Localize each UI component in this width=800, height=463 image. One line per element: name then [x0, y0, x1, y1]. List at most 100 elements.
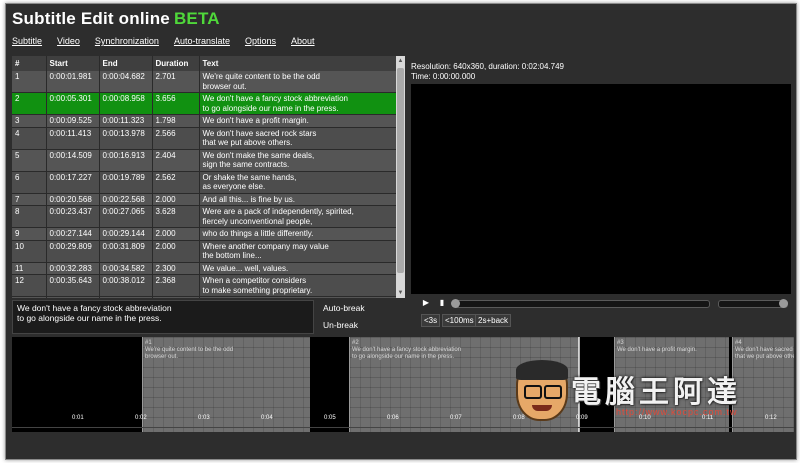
menu-subtitle[interactable]: Subtitle	[12, 36, 42, 46]
auto-break-button[interactable]: Auto-break	[320, 302, 368, 314]
cell-start: 0:00:27.144	[46, 227, 100, 241]
table-row[interactable]: 2 0:00:05.301 0:00:08.958 3.656 We don't hav…	[12, 92, 397, 115]
waveform-tick-label: 0:07	[450, 415, 462, 421]
skip-2s-back-button[interactable]: 2s+back	[475, 314, 512, 327]
table-row[interactable]: 8 0:00:23.437 0:00:27.065 3.628 Were are a p…	[12, 205, 397, 228]
menu-auto-translate[interactable]: Auto-translate	[174, 36, 230, 46]
menu-synchronization[interactable]: Synchronization	[95, 36, 159, 46]
cell-start: 0:00:05.301	[46, 92, 100, 115]
cell-end: 0:00:31.809	[99, 240, 153, 263]
watermark-text: 電腦王阿達	[571, 375, 741, 410]
cell-start: 0:00:38.642	[46, 296, 100, 298]
cell-start: 0:00:11.413	[46, 127, 100, 150]
cell-text: We strive to set it free.	[199, 296, 397, 298]
seek-bar[interactable]	[451, 299, 710, 308]
subtitle-text-editor[interactable]: We don't have a fancy stock abbreviation…	[12, 300, 314, 334]
editor-line-1: We don't have a fancy stock abbreviation	[17, 303, 172, 313]
skip-back-100ms-button[interactable]: <100ms	[442, 314, 477, 327]
seek-handle[interactable]	[451, 299, 460, 308]
waveform-tick-label: 0:03	[198, 415, 210, 421]
cell-end: 0:00:08.958	[99, 92, 153, 115]
waveform-tick-label: 0:01	[72, 415, 84, 421]
table-row[interactable]: 7 0:00:20.568 0:00:22.568 2.000 And all this…	[12, 193, 397, 206]
cell-end: 0:00:13.978	[99, 127, 153, 150]
cell-text: Were are a pack of independently, spirit…	[199, 205, 397, 228]
cell-duration: 2.000	[152, 227, 200, 241]
cell-end: 0:00:34.582	[99, 262, 153, 275]
col-duration[interactable]: Duration	[152, 56, 200, 71]
subtitle-grid: # Start End Duration Text 1 0:00:01.981 0:…	[12, 56, 405, 298]
cell-duration: 2.404	[152, 149, 200, 172]
table-row[interactable]: 5 0:00:14.509 0:00:16.913 2.404 We don't mak…	[12, 149, 397, 172]
main-menu: Subtitle Video Synchronization Auto-tran…	[12, 36, 330, 46]
col-number[interactable]: #	[12, 56, 47, 71]
cell-number: 10	[12, 240, 47, 263]
table-row[interactable]: 11 0:00:32.283 0:00:34.582 2.300 We value...…	[12, 262, 397, 275]
cell-text: We don't make the same deals, sign the sa…	[199, 149, 397, 172]
cell-duration: 1.798	[152, 114, 200, 128]
cell-number: 3	[12, 114, 47, 128]
waveform-segment-1[interactable]: #1 We're quite content to be the odd bro…	[142, 337, 310, 432]
table-row[interactable]: 3 0:00:09.525 0:00:11.323 1.798 We don't hav…	[12, 114, 397, 128]
cell-text: We don't have sacred rock stars that we p…	[199, 127, 397, 150]
cell-end: 0:00:11.323	[99, 114, 153, 128]
table-row[interactable]: 4 0:00:11.413 0:00:13.978 2.566 We don't hav…	[12, 127, 397, 150]
cell-end: 0:00:19.789	[99, 171, 153, 194]
cell-start: 0:00:09.525	[46, 114, 100, 128]
waveform-tick-label: 0:02	[135, 415, 147, 421]
cell-number: 11	[12, 262, 47, 275]
cell-end: 0:00:29.144	[99, 227, 153, 241]
cell-number: 2	[12, 92, 47, 115]
table-row[interactable]: 130:00:38.6420:00:40.6422.000We strive t…	[12, 296, 397, 298]
un-break-button[interactable]: Un-break	[320, 319, 361, 331]
video-time: Time: 0:00:00.000	[411, 72, 476, 81]
skip-back-3s-button[interactable]: <3s	[421, 314, 441, 327]
video-controls: ▶ ▮	[411, 297, 791, 309]
cell-duration: 3.628	[152, 205, 200, 228]
col-text[interactable]: Text	[199, 56, 397, 71]
table-row[interactable]: 12 0:00:35.643 0:00:38.012 2.368 When a comp…	[12, 274, 397, 297]
cell-duration: 2.000	[152, 193, 200, 206]
cell-start: 0:00:20.568	[46, 193, 100, 206]
beta-badge: BETA	[173, 9, 220, 28]
menu-about[interactable]: About	[291, 36, 315, 46]
watermark-url: http://www.kocpc.com.tw	[616, 407, 738, 417]
cell-duration: 3.656	[152, 92, 200, 115]
cell-duration: 2.701	[152, 71, 200, 93]
col-start[interactable]: Start	[46, 56, 100, 71]
cell-number: 7	[12, 193, 47, 206]
grid-scrollbar[interactable]: ▲ ▼	[396, 56, 405, 298]
scroll-up-icon[interactable]: ▲	[396, 56, 405, 66]
scroll-down-icon[interactable]: ▼	[396, 288, 405, 298]
video-resolution: Resolution: 640x360, duration: 0:02:04.7…	[411, 62, 565, 71]
scroll-thumb[interactable]	[397, 68, 404, 273]
table-row[interactable]: 6 0:00:17.227 0:00:19.789 2.562 Or shake the…	[12, 171, 397, 194]
mascot-face-icon	[516, 360, 568, 421]
menu-video[interactable]: Video	[57, 36, 80, 46]
cell-end: 0:00:40.642	[99, 296, 153, 298]
cell-number: 12	[12, 274, 47, 297]
cell-end: 0:00:27.065	[99, 205, 153, 228]
cell-start: 0:00:32.283	[46, 262, 100, 275]
cell-number: 9	[12, 227, 47, 241]
play-icon[interactable]: ▶	[419, 297, 433, 309]
cell-end: 0:00:22.568	[99, 193, 153, 206]
video-player[interactable]	[411, 84, 791, 294]
table-row[interactable]: 10 0:00:29.809 0:00:31.809 2.000 Where anoth…	[12, 240, 397, 263]
cell-duration: 2.000	[152, 296, 200, 298]
grid-header-row: # Start End Duration Text	[12, 56, 397, 71]
cell-end: 0:00:16.913	[99, 149, 153, 172]
col-end[interactable]: End	[99, 56, 153, 71]
app-title: Subtitle Edit online BETA	[12, 9, 220, 28]
video-info: Resolution: 640x360, duration: 0:02:04.7…	[411, 62, 564, 82]
table-row[interactable]: 9 0:00:27.144 0:00:29.144 2.000 who do thing…	[12, 227, 397, 241]
menu-options[interactable]: Options	[245, 36, 276, 46]
waveform-tick-label: 0:05	[324, 415, 336, 421]
watermark: 電腦王阿達 http://www.kocpc.com.tw	[516, 359, 781, 429]
table-row[interactable]: 1 0:00:01.981 0:00:04.682 2.701 We're quite …	[12, 71, 397, 93]
subtitle-table: # Start End Duration Text 1 0:00:01.981 0:…	[12, 56, 397, 298]
pause-icon[interactable]: ▮	[435, 297, 449, 309]
editor-line-2: to go alongside our name in the press.	[17, 313, 162, 323]
volume-bar[interactable]	[718, 299, 788, 308]
volume-handle[interactable]	[779, 299, 788, 308]
